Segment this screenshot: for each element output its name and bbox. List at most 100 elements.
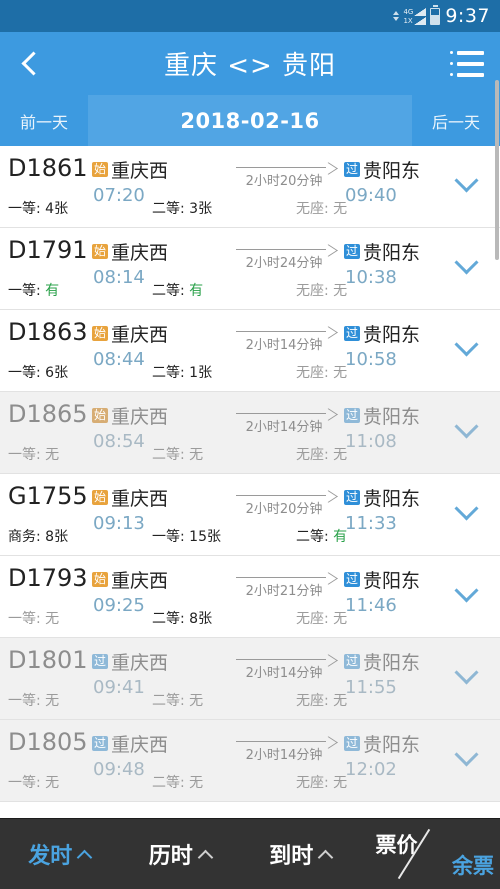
expand-chevron-icon[interactable] [456, 336, 478, 358]
seat-class-label: 二等: [151, 611, 185, 627]
price-remaining-toggle[interactable]: 票价 余票 [361, 819, 500, 889]
seat-class-0: 一等: 4张 [8, 198, 152, 218]
seat-class-1: 二等: 无 [152, 444, 296, 464]
sort-departure-label: 发时 [28, 844, 73, 869]
train-row[interactable]: D1865 始重庆西 08:54 2小时14分钟过贵阳东 11:08 一等: 无二等: 无… [0, 392, 500, 474]
seat-class-label: 二等: [151, 283, 185, 299]
expand-chevron-icon[interactable] [456, 172, 478, 194]
expand-chevron-icon[interactable] [456, 418, 478, 440]
arrival-station-badge: 过 [344, 736, 361, 751]
seat-class-value: 无 [333, 283, 348, 299]
seat-class-1: 二等: 有 [152, 280, 296, 300]
expand-chevron-icon[interactable] [456, 582, 478, 604]
seat-class-value: 有 [333, 529, 348, 545]
arrival-station-name: 贵阳东 [363, 242, 421, 264]
duration-text: 2小时14分钟 [245, 666, 323, 681]
train-row[interactable]: D1861 始重庆西 07:20 2小时20分钟过贵阳东 09:40 一等: 4张 二等: … [0, 146, 500, 228]
expand-chevron-icon[interactable] [456, 500, 478, 522]
arrival-station-name: 贵阳东 [363, 324, 421, 346]
duration-text: 2小时21分钟 [245, 584, 323, 599]
chevron-up-icon-3 [320, 848, 333, 861]
list-scrollbar[interactable] [495, 80, 499, 260]
train-row[interactable]: D1791 始重庆西 08:14 2小时24分钟过贵阳东 10:38 一等: 有二等: 有… [0, 228, 500, 310]
seat-class-value: 无 [45, 775, 60, 791]
back-chevron-icon[interactable] [16, 49, 46, 79]
status-bar: 4G 1X 9:37 [0, 0, 500, 32]
expand-chevron-icon[interactable] [456, 746, 478, 768]
seat-availability-row: 一等: 有二等: 有无座: 无 [8, 280, 440, 300]
expand-chevron-icon[interactable] [456, 664, 478, 686]
seat-class-0: 一等: 有 [8, 280, 152, 300]
right-arrow-icon [232, 162, 338, 175]
network-1x-label: 1X [403, 16, 413, 25]
seat-class-label: 无座: [295, 693, 329, 709]
seat-class-label: 无座: [295, 365, 329, 381]
list-menu-icon[interactable] [450, 50, 484, 77]
train-number: D1801 [8, 646, 88, 674]
arrival-station-badge: 过 [344, 572, 361, 587]
seat-class-label: 一等: [8, 693, 41, 709]
train-row[interactable]: D1805 过重庆西 09:48 2小时14分钟过贵阳东 12:02 一等: 无二等: 无… [0, 720, 500, 802]
seat-class-value: 8张 [189, 611, 213, 627]
signal-bars-icon [414, 7, 427, 16]
duration-block: 2小时24分钟 [232, 244, 338, 271]
right-arrow-icon [232, 408, 338, 421]
train-row[interactable]: G1755 始重庆西 09:13 2小时20分钟过贵阳东 11:33 商务: 8张 一等: … [0, 474, 500, 556]
seat-class-label: 商务: [8, 529, 41, 545]
seat-class-label: 二等: [151, 365, 185, 381]
expand-chevron-icon[interactable] [456, 254, 478, 276]
seat-class-value: 15张 [189, 529, 221, 545]
seat-class-value: 无 [333, 775, 348, 791]
departure-station-badge: 始 [92, 326, 109, 341]
arrival-station-name: 贵阳东 [363, 570, 421, 592]
train-row[interactable]: D1801 过重庆西 09:41 2小时14分钟过贵阳东 11:55 一等: 无二等: 无… [0, 638, 500, 720]
sort-duration[interactable]: 历时 [120, 838, 240, 870]
next-day-button[interactable]: 后一天 [412, 95, 500, 146]
departure-station-badge: 始 [92, 162, 109, 177]
seat-class-label: 无座: [295, 283, 329, 299]
seat-class-2: 无座: 无 [296, 362, 440, 382]
sort-bottom-bar: 发时 历时 到时 票价 余票 [0, 818, 500, 889]
signal-icons: 4G 1X [403, 7, 427, 25]
seat-availability-row: 一等: 6张 二等: 1张 无座: 无 [8, 362, 440, 382]
seat-class-1: 二等: 无 [152, 690, 296, 710]
arrival-station-badge: 过 [344, 408, 361, 423]
seat-availability-row: 一等: 无二等: 无无座: 无 [8, 444, 440, 464]
departure-station-badge: 始 [92, 244, 109, 259]
seat-availability-row: 一等: 无二等: 无无座: 无 [8, 690, 440, 710]
train-row[interactable]: D1863 始重庆西 08:44 2小时14分钟过贵阳东 10:58 一等: 6张 二等: … [0, 310, 500, 392]
duration-text: 2小时20分钟 [245, 174, 323, 189]
departure-station-name: 重庆西 [111, 160, 169, 182]
prev-day-button[interactable]: 前一天 [0, 95, 88, 146]
duration-text: 2小时14分钟 [245, 420, 323, 435]
train-list[interactable]: D1861 始重庆西 07:20 2小时20分钟过贵阳东 09:40 一等: 4张 二等: … [0, 146, 500, 818]
seat-class-value: 无 [333, 693, 348, 709]
seat-class-label: 一等: [151, 529, 185, 545]
train-number: D1863 [8, 318, 88, 346]
seat-class-0: 一等: 无 [8, 444, 152, 464]
seat-class-value: 无 [189, 693, 204, 709]
seat-class-value: 无 [189, 775, 204, 791]
arrival-station-name: 贵阳东 [363, 734, 421, 756]
duration-block: 2小时14分钟 [232, 408, 338, 435]
train-row[interactable]: D1793 始重庆西 09:25 2小时21分钟过贵阳东 11:46 一等: 无二等: 8… [0, 556, 500, 638]
train-number: D1861 [8, 154, 88, 182]
seat-class-2: 无座: 无 [296, 772, 440, 792]
duration-text: 2小时24分钟 [245, 256, 323, 271]
seat-class-value: 8张 [45, 529, 69, 545]
chevron-up-icon [79, 848, 92, 861]
current-date-button[interactable]: 2018-02-16 [88, 95, 412, 146]
date-navigation-bar: 前一天 2018-02-16 后一天 [0, 95, 500, 146]
seat-class-label: 无座: [295, 447, 329, 463]
departure-station-name: 重庆西 [111, 324, 169, 346]
network-4g-label: 4G [403, 7, 414, 16]
seat-class-2: 无座: 无 [296, 444, 440, 464]
duration-block: 2小时14分钟 [232, 736, 338, 763]
seat-class-2: 无座: 无 [296, 690, 440, 710]
duration-block: 2小时14分钟 [232, 654, 338, 681]
sort-arrival-time[interactable]: 到时 [241, 838, 361, 870]
seat-class-label: 二等: [151, 693, 185, 709]
page-title: 重庆 <> 贵阳 [163, 51, 337, 81]
sort-departure-time[interactable]: 发时 [0, 838, 120, 870]
title-bar: 重庆 <> 贵阳 [0, 32, 500, 95]
